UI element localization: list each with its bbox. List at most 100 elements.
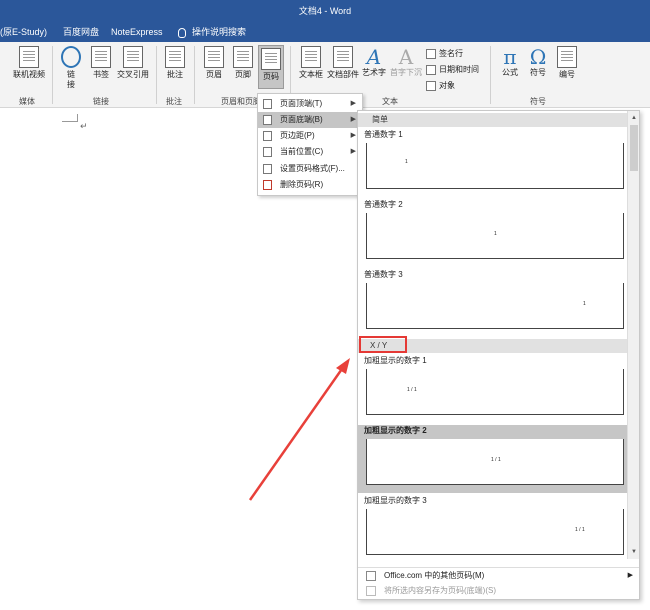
scroll-down-icon[interactable]: ▼ (629, 547, 639, 557)
lightbulb-icon (178, 27, 186, 38)
menu-item-page-top[interactable]: 页面顶端(T) ▶ (258, 96, 362, 112)
tell-me-label: 操作说明搜索 (192, 27, 247, 37)
equation-button[interactable]: π 公式 (497, 46, 523, 78)
comment-button[interactable]: 批注 (162, 46, 188, 80)
section-title: 简单 (372, 115, 388, 124)
object-icon (426, 80, 436, 91)
quick-parts-label: 文档部件 (327, 70, 359, 79)
gallery-scrollbar[interactable]: ▲ ▼ (627, 111, 639, 559)
textbox-icon (301, 46, 321, 68)
format-page-number-icon (263, 164, 272, 174)
dropcap-button[interactable]: A 首字下沉 (389, 46, 423, 78)
tab-baidu-netdisk[interactable]: 百度网盘 (63, 22, 99, 42)
signature-line-button[interactable]: 签名行 (426, 48, 463, 60)
signature-line-icon (426, 48, 436, 59)
gallery-item-label: 普通数字 2 (364, 200, 403, 209)
page-preview: 1 / 1 (366, 439, 624, 485)
object-button[interactable]: 对象 (426, 80, 455, 92)
page-preview: 1 (366, 283, 624, 329)
cross-reference-label: 交叉引用 (117, 70, 149, 79)
page-preview: 1 / 1 (366, 509, 624, 555)
page-number-sample: 1 / 1 (575, 527, 585, 533)
gallery-item-bold-number-1[interactable]: 加粗显示的数字 1 1 / 1 (358, 355, 628, 423)
gallery-item-plain-number-1[interactable]: 普通数字 1 1 (358, 129, 628, 197)
paragraph-mark: ↵ (80, 121, 88, 131)
page-number-sample: 1 / 1 (407, 387, 417, 393)
link-label: 链接 (67, 70, 75, 89)
globe-link-icon (61, 46, 81, 68)
gallery-item-bold-number-3[interactable]: 加粗显示的数字 3 1 / 1 (358, 495, 628, 563)
submenu-arrow-icon: ▶ (350, 148, 356, 155)
office-page-icon (366, 571, 376, 581)
gallery-item-plain-number-2[interactable]: 普通数字 2 1 (358, 199, 628, 267)
group-label-media: 媒体 (19, 97, 35, 106)
bookmark-icon (91, 46, 111, 68)
group-separator (156, 46, 157, 104)
menu-item-page-bottom[interactable]: 页面底端(B) ▶ (258, 112, 362, 128)
calendar-icon (426, 64, 436, 75)
page-top-icon (263, 99, 272, 109)
menu-item-label: 设置页码格式(F)... (280, 164, 345, 173)
menu-item-page-margin[interactable]: 页边距(P) ▶ (258, 128, 362, 144)
menu-item-format-page-numbers[interactable]: 设置页码格式(F)... (258, 161, 362, 177)
header-button[interactable]: 页眉 (202, 46, 226, 80)
page-number-sample: 1 (583, 301, 586, 307)
wordart-button[interactable]: A 艺术字 (361, 46, 387, 78)
submenu-arrow-icon: ▶ (627, 572, 633, 579)
more-page-numbers-office[interactable]: Office.com 中的其他页码(M) ▶ (358, 567, 639, 583)
tell-me-search[interactable]: 操作说明搜索 (178, 22, 246, 42)
online-video-icon (19, 46, 39, 68)
equation-label: 公式 (502, 68, 518, 77)
page-bottom-gallery: 简单 普通数字 1 1 普通数字 2 1 普通数字 3 1 X / Y 加粗显示… (357, 110, 640, 600)
comment-label: 批注 (167, 70, 183, 79)
symbol-button[interactable]: Ω 符号 (526, 46, 550, 78)
page-preview: 1 (366, 143, 624, 189)
number-button[interactable]: 编号 (555, 46, 579, 80)
footer-button[interactable]: 页脚 (231, 46, 255, 80)
quick-parts-button[interactable]: 文档部件 (326, 46, 360, 80)
gallery-item-label: 加粗显示的数字 1 (364, 356, 427, 365)
group-label-symbols: 符号 (530, 97, 546, 106)
menu-item-label: 删除页码(R) (280, 180, 324, 189)
menu-item-label: 页面底端(B) (280, 115, 323, 124)
textbox-button[interactable]: 文本框 (296, 46, 326, 80)
gallery-item-plain-number-3[interactable]: 普通数字 3 1 (358, 269, 628, 337)
save-selection-as-page-number[interactable]: 将所选内容另存为页码(底端)(S) (358, 583, 639, 599)
omega-icon: Ω (529, 45, 547, 69)
menu-item-remove-page-numbers[interactable]: 删除页码(R) (258, 177, 362, 193)
online-video-button[interactable]: 联机视频 (10, 46, 48, 80)
page-number-button[interactable]: 页码 (258, 45, 284, 89)
scroll-thumb[interactable] (630, 125, 638, 171)
cross-reference-button[interactable]: 交叉引用 (115, 46, 151, 80)
menu-item-label: 页面顶端(T) (280, 99, 323, 108)
page-number-menu: 页面顶端(T) ▶ 页面底端(B) ▶ 页边距(P) ▶ 当前位置(C) ▶ 设… (257, 93, 363, 196)
arrow-head (336, 358, 350, 374)
link-button[interactable]: 链接 (60, 46, 82, 90)
scroll-up-icon[interactable]: ▲ (629, 113, 639, 123)
window-title: 文档4 - Word (298, 6, 352, 16)
footer-more-label: Office.com 中的其他页码(M) (384, 571, 485, 580)
tab-e-study[interactable]: (原E-Study) (0, 22, 47, 42)
group-separator (490, 46, 491, 104)
group-label-text: 文本 (382, 97, 398, 106)
submenu-arrow-icon: ▶ (350, 116, 356, 123)
page-number-sample: 1 / 1 (491, 457, 501, 463)
group-label-header-footer: 页眉和页脚 (221, 97, 261, 106)
pi-icon: π (503, 45, 517, 69)
gallery-item-bold-number-2[interactable]: 加粗显示的数字 2 1 / 1 (358, 425, 628, 493)
number-icon (557, 46, 577, 68)
page-margin-icon (263, 131, 272, 141)
footer-icon (233, 46, 253, 68)
bookmark-button[interactable]: 书签 (90, 46, 112, 80)
page-number-sample: 1 (405, 159, 408, 165)
bookmark-label: 书签 (93, 70, 109, 79)
dropcap-icon: A (398, 45, 414, 69)
page-number-sample: 1 (494, 231, 497, 237)
datetime-button[interactable]: 日期和时间 (426, 64, 479, 76)
page-preview: 1 (366, 213, 624, 259)
tab-noteexpress[interactable]: NoteExpress (111, 22, 163, 42)
menu-item-current-position[interactable]: 当前位置(C) ▶ (258, 144, 362, 160)
footer-save-label: 将所选内容另存为页码(底端)(S) (384, 586, 496, 595)
ribbon-tabs: (原E-Study) 百度网盘 NoteExpress 操作说明搜索 (0, 22, 650, 42)
page-number-icon (261, 48, 281, 70)
